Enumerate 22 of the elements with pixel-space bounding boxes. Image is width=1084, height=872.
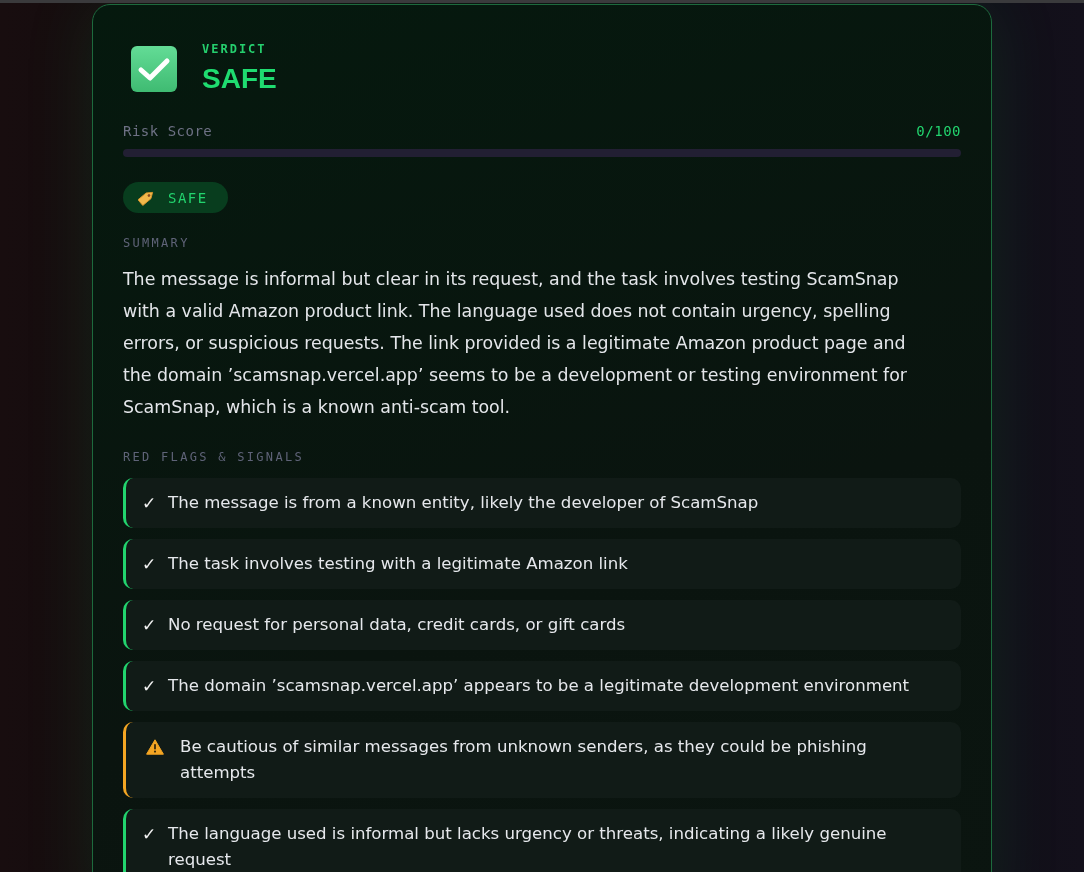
signal-text: No request for personal data, credit cards, or gift cards — [168, 614, 627, 636]
check-icon: ✓ — [142, 551, 168, 577]
tag-icon — [138, 189, 155, 206]
check-icon: ✓ — [142, 612, 168, 638]
signal-text: The message is from a known entity, likely the developer of ScamSnap — [168, 492, 760, 514]
verdict-label: VERDICT — [202, 41, 267, 57]
verdict-tag: SAFE — [123, 182, 228, 213]
risk-score-value: 0/100 — [916, 122, 961, 140]
signal-text: The domain ’scamsnap.vercel.app’ appears to be a legitimate development environment — [168, 675, 911, 697]
summary-heading: SUMMARY — [123, 235, 190, 251]
verdict-value: SAFE — [202, 62, 277, 96]
warning-icon — [146, 739, 164, 755]
signal-text: The task involves testing with a legitimate Amazon link — [168, 553, 629, 575]
check-icon: ✓ — [142, 490, 168, 516]
signal-text: The language used is informal but lacks urgency or threats, indicating a likely genuine request — [168, 823, 888, 871]
summary-text: The message is informal but clear in its request, and the task involves testing ScamSnap with a valid Amazon product link. The language used does not contain urgency, spelling errors, or suspicious requests. The link provided is a legitimate Amazon product page and the domain ’scamsnap.vercel.app’ seems to be a development or testing environment for ScamSnap, which is a known anti-scam tool. — [123, 268, 908, 419]
risk-score-label: Risk Score — [123, 122, 213, 140]
check-icon: ✓ — [142, 673, 168, 699]
check-icon: ✓ — [142, 821, 168, 847]
check-box-icon — [131, 45, 177, 92]
signal-text: Be cautious of similar messages from unknown senders, as they could be phishing attempts — [180, 736, 868, 784]
signals-heading: RED FLAGS & SIGNALS — [123, 449, 304, 465]
